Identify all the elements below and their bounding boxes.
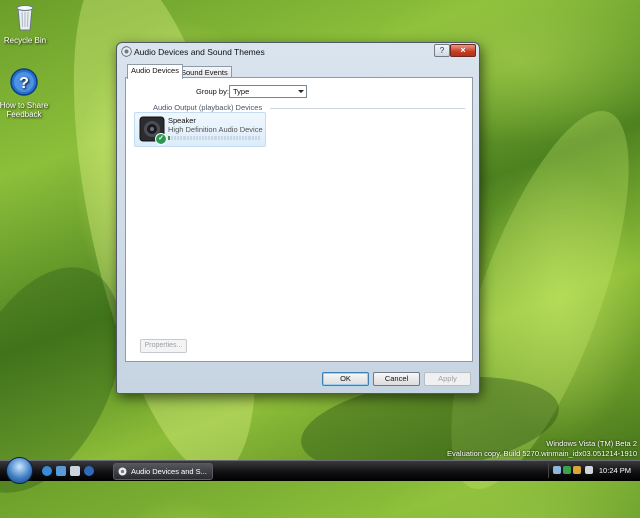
- level-segment: [205, 136, 208, 140]
- desktop-icon-label: How to Share Feedback: [0, 101, 49, 119]
- level-segment: [254, 136, 257, 140]
- level-segment: [232, 136, 236, 140]
- device-item-speaker[interactable]: ✓ Speaker High Definition Audio Device: [134, 112, 266, 147]
- level-segment: [251, 136, 254, 140]
- audio-devices-dialog: Audio Devices and Sound Themes ? × Audio…: [116, 42, 480, 394]
- ok-button[interactable]: OK: [322, 372, 369, 386]
- level-segment: [214, 136, 217, 140]
- cancel-button[interactable]: Cancel: [373, 372, 420, 386]
- group-by-label: Group by:: [196, 87, 229, 96]
- properties-button[interactable]: Properties...: [140, 339, 187, 353]
- level-segment: [174, 136, 177, 140]
- help-icon: ?: [10, 68, 38, 96]
- internet-explorer-icon[interactable]: [42, 466, 52, 476]
- level-segment: [211, 136, 214, 140]
- level-segment: [195, 136, 198, 140]
- level-segment: [220, 136, 223, 140]
- level-segment: [217, 136, 220, 140]
- check-icon: ✓: [155, 133, 167, 145]
- window-title: Audio Devices and Sound Themes: [134, 47, 265, 57]
- level-segment: [236, 136, 239, 140]
- taskbar: Audio Devices and S... 10:24 PM: [0, 457, 640, 484]
- desktop-icon-recycle-bin[interactable]: Recycle Bin: [0, 2, 53, 45]
- level-segment: [223, 136, 226, 140]
- title-bar[interactable]: Audio Devices and Sound Themes ? ×: [117, 43, 479, 61]
- volume-level-meter: [168, 136, 260, 140]
- apply-button[interactable]: Apply: [424, 372, 471, 386]
- level-segment: [183, 136, 186, 140]
- help-button[interactable]: ?: [434, 44, 450, 57]
- network-icon[interactable]: [553, 466, 561, 474]
- level-segment: [248, 136, 251, 140]
- watermark-line-2: Evaluation copy. Build 5270.winmain_idx0…: [447, 449, 637, 458]
- recycle-bin-icon: [16, 5, 34, 31]
- level-segment: [171, 136, 174, 140]
- windows-explorer-icon[interactable]: [56, 466, 66, 476]
- show-desktop-icon[interactable]: [70, 466, 80, 476]
- level-segment: [229, 136, 232, 140]
- clock[interactable]: 10:24 PM: [599, 466, 631, 475]
- level-segment: [208, 136, 211, 140]
- level-segment: [177, 136, 180, 140]
- watermark-line-1: Windows Vista (TM) Beta 2: [546, 439, 637, 448]
- desktop-icon-label: Recycle Bin: [3, 36, 47, 45]
- level-segment: [226, 136, 229, 140]
- tab-audio-devices[interactable]: Audio Devices: [127, 64, 183, 79]
- section-title: Audio Output (playback) Devices: [153, 103, 263, 112]
- section-divider: [270, 108, 465, 109]
- level-segment: [186, 136, 189, 140]
- level-segment: [180, 136, 183, 140]
- volume-icon[interactable]: [585, 466, 593, 474]
- media-player-icon[interactable]: [84, 466, 94, 476]
- group-by-value: Type: [233, 87, 250, 96]
- security-icon[interactable]: [563, 466, 571, 474]
- tab-panel: Group by: Type Audio Output (playback) D…: [125, 77, 473, 362]
- sound-app-icon: [121, 46, 132, 57]
- level-segment: [192, 136, 195, 140]
- taskbar-button-audio-devices[interactable]: Audio Devices and S...: [113, 463, 213, 480]
- notification-area: 10:24 PM: [548, 463, 639, 478]
- dialog-client: Audio Devices Sound Events Group by: Typ…: [121, 64, 473, 388]
- device-name: Speaker: [168, 116, 196, 125]
- taskbar-button-label: Audio Devices and S...: [131, 467, 207, 476]
- device-description: High Definition Audio Device: [168, 125, 263, 134]
- desktop-icon-share-feedback[interactable]: ? How to Share Feedback: [0, 67, 52, 119]
- chevron-down-icon: [298, 90, 304, 93]
- sound-app-icon: [118, 467, 127, 476]
- level-segment: [239, 136, 242, 140]
- level-segment: [242, 136, 245, 140]
- level-segment: [245, 136, 248, 140]
- build-watermark: Windows Vista (TM) Beta 2 Evaluation cop…: [447, 439, 637, 459]
- level-segment: [198, 136, 202, 140]
- level-segment: [189, 136, 192, 140]
- level-segment: [168, 136, 171, 140]
- close-button[interactable]: ×: [450, 44, 476, 57]
- svg-text:?: ?: [19, 75, 29, 92]
- update-icon[interactable]: [573, 466, 581, 474]
- level-segment: [202, 136, 205, 140]
- level-segment: [257, 136, 260, 140]
- group-by-select[interactable]: Type: [229, 85, 307, 98]
